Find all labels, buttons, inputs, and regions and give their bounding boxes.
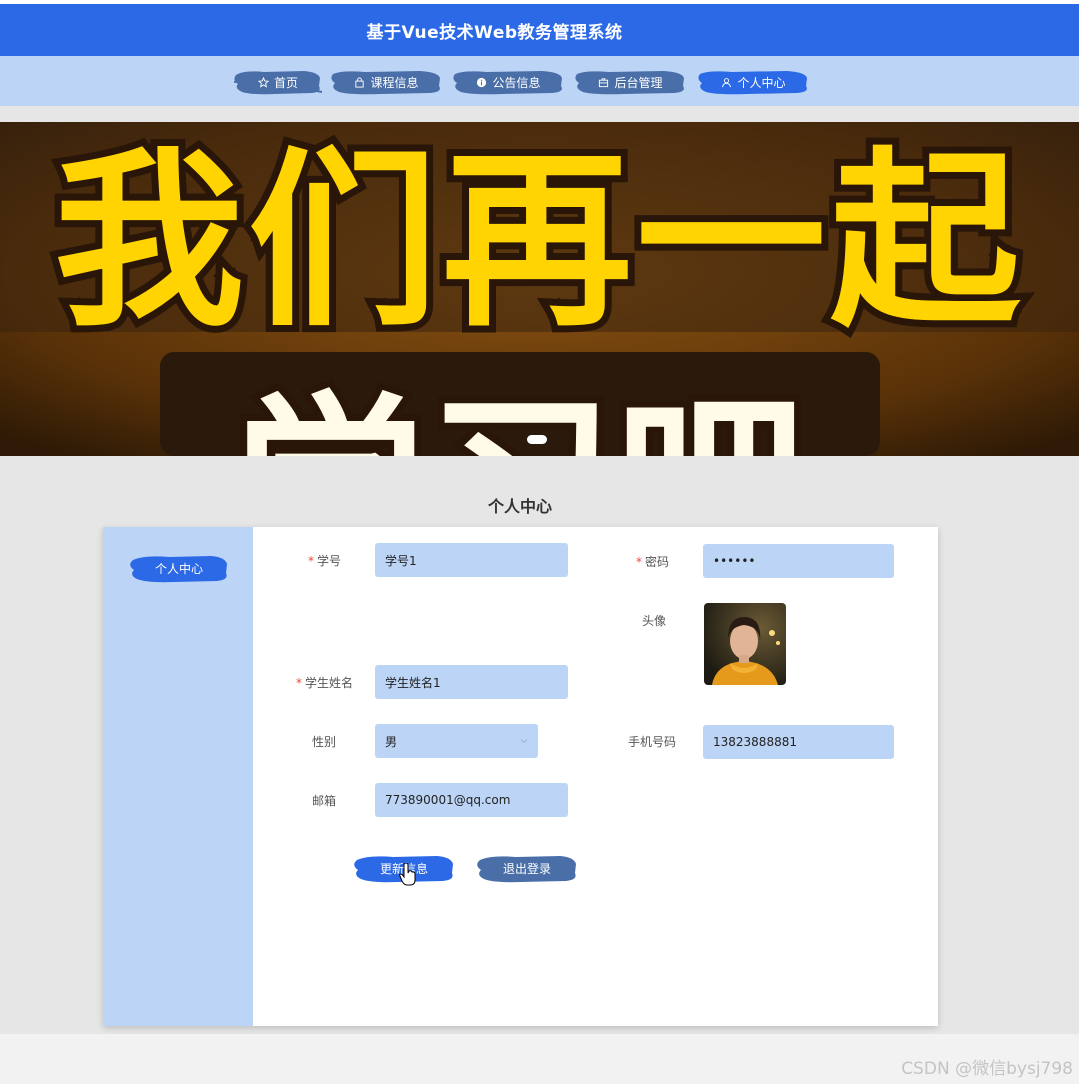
hand-cursor-icon [399, 863, 416, 886]
nav-item-label: 个人中心 [737, 75, 786, 90]
email-label: 邮箱 [311, 794, 336, 808]
chevron-down-icon [520, 739, 528, 744]
avatar-upload[interactable] [704, 603, 786, 685]
page-title: 个人中心 [487, 497, 552, 516]
briefcase-icon [599, 77, 609, 87]
banner-subline: 学习吧 [235, 376, 805, 456]
phone-input[interactable]: 13823888881 [703, 725, 894, 759]
student-name-input[interactable]: 学生姓名1 [375, 665, 568, 699]
email-input[interactable]: 773890001@qq.com [375, 783, 568, 817]
student-name-label: * 学生姓名 [295, 676, 353, 690]
nav-item-label: 后台管理 [614, 75, 663, 90]
phone-label: 手机号码 [627, 735, 676, 749]
nav-item-label: 公告信息 [492, 75, 541, 90]
nav-item-label: 首页 [273, 75, 298, 90]
password-input[interactable]: •••••• [703, 544, 894, 578]
nav-item-label: 课程信息 [370, 75, 419, 90]
watermark: CSDN @微信bysj798 [901, 1059, 1073, 1079]
sidebar: 个人中心 [103, 527, 253, 1026]
app-title: 基于Vue技术Web教务管理系统 [366, 22, 623, 43]
nav-item-courses[interactable]: 课程信息 [330, 68, 443, 96]
nav-item-home[interactable]: 首页 [234, 68, 322, 96]
student-id-label: * 学号 [307, 554, 341, 568]
banner-image: 我们再一起 学习吧 [0, 122, 1079, 456]
gender-select[interactable]: 男 [375, 724, 538, 758]
gender-label: 性别 [311, 735, 336, 749]
avatar-image [704, 603, 786, 685]
info-icon [477, 77, 487, 87]
sidebar-item-label: 个人中心 [154, 561, 203, 576]
carousel-indicator[interactable] [527, 435, 547, 444]
user-icon [722, 77, 732, 87]
nav-item-admin[interactable]: 后台管理 [574, 68, 687, 96]
student-id-input[interactable]: 学号1 [375, 543, 568, 577]
nav-item-personal-center[interactable]: 个人中心 [697, 68, 810, 96]
top-nav: 首页 课程信息 公告信息 后台管理 个人中心 [0, 56, 1079, 106]
profile-card: 个人中心 * 学号 学号1 * 密码 •••••• 头像 * 学生姓名 学生姓名… [103, 527, 938, 1026]
nav-item-announcements[interactable]: 公告信息 [452, 68, 565, 96]
app-header: 基于Vue技术Web教务管理系统 [0, 4, 1079, 56]
bag-icon [355, 76, 365, 88]
banner-headline: 我们再一起 [54, 131, 1024, 352]
gender-value: 男 [385, 734, 398, 749]
password-label: * 密码 [635, 555, 669, 569]
logout-button-label: 退出登录 [502, 861, 551, 876]
banner-carousel[interactable]: 我们再一起 学习吧 [0, 122, 1079, 456]
nav-spacer [0, 106, 1079, 122]
avatar-label: 头像 [641, 614, 666, 628]
sidebar-item-personal-center[interactable]: 个人中心 [129, 551, 229, 585]
logout-button[interactable]: 退出登录 [476, 851, 578, 885]
star-icon [257, 76, 269, 88]
